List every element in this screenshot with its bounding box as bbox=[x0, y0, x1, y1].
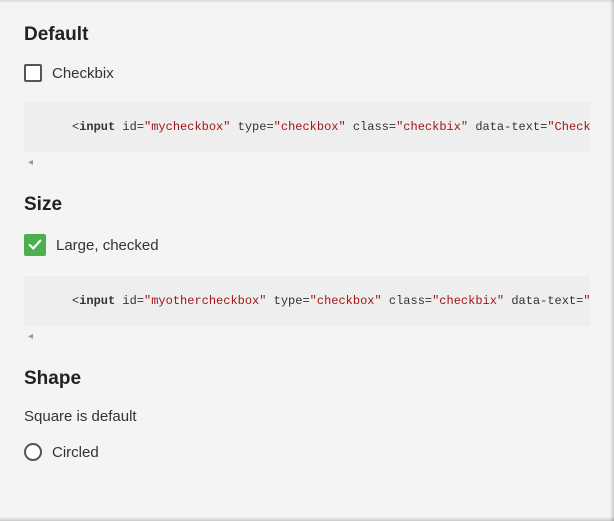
shadow-right bbox=[610, 0, 614, 521]
checkbox-label: Circled bbox=[52, 444, 99, 461]
section-size: Size Large, checked <input id="myotherch… bbox=[24, 194, 590, 342]
code-block-default: <input id="mycheckbox" type="checkbox" c… bbox=[24, 102, 590, 152]
shadow-bottom bbox=[0, 517, 614, 521]
checkbox-default[interactable]: Checkbix bbox=[24, 64, 590, 82]
code-element: input bbox=[79, 294, 115, 308]
code-attr-data: data-text= bbox=[468, 120, 547, 134]
code-element: input bbox=[79, 120, 115, 134]
code-val-class: "checkbix" bbox=[396, 120, 468, 134]
code-val-id: "myothercheckbox" bbox=[144, 294, 266, 308]
code-val-data: "Checkbix" bbox=[583, 294, 590, 308]
code-val-type: "checkbox" bbox=[310, 294, 382, 308]
heading-default: Default bbox=[24, 24, 590, 46]
scroll-left-icon[interactable]: ◂ bbox=[24, 332, 590, 342]
code-attr-type: type= bbox=[266, 294, 309, 308]
code-attr-id: id= bbox=[115, 120, 144, 134]
heading-shape: Shape bbox=[24, 368, 590, 390]
checkbox-box-icon bbox=[24, 64, 42, 82]
code-block-size: <input id="myothercheckbox" type="checkb… bbox=[24, 276, 590, 326]
heading-size: Size bbox=[24, 194, 590, 216]
code-attr-class: class= bbox=[346, 120, 396, 134]
scroll-left-icon[interactable]: ◂ bbox=[24, 158, 590, 168]
shadow-top bbox=[0, 0, 614, 3]
checkbox-label: Checkbix bbox=[52, 65, 114, 82]
checkbox-large-checked[interactable]: Large, checked bbox=[24, 234, 590, 256]
checkbox-label: Large, checked bbox=[56, 237, 159, 254]
code-attr-type: type= bbox=[230, 120, 273, 134]
code-val-data: "Checkbix" bbox=[547, 120, 590, 134]
checkbox-circled[interactable]: Circled bbox=[24, 443, 590, 461]
code-val-id: "mycheckbox" bbox=[144, 120, 230, 134]
code-attr-class: class= bbox=[382, 294, 432, 308]
checkbox-box-checked-icon bbox=[24, 234, 46, 256]
code-val-type: "checkbox" bbox=[274, 120, 346, 134]
section-shape: Shape Square is default Circled bbox=[24, 368, 590, 461]
code-val-class: "checkbix" bbox=[432, 294, 504, 308]
section-default: Default Checkbix <input id="mycheckbox" … bbox=[24, 24, 590, 168]
checkbox-circle-icon bbox=[24, 443, 42, 461]
code-attr-id: id= bbox=[115, 294, 144, 308]
code-attr-data: data-text= bbox=[504, 294, 583, 308]
shape-subtext: Square is default bbox=[24, 408, 590, 425]
